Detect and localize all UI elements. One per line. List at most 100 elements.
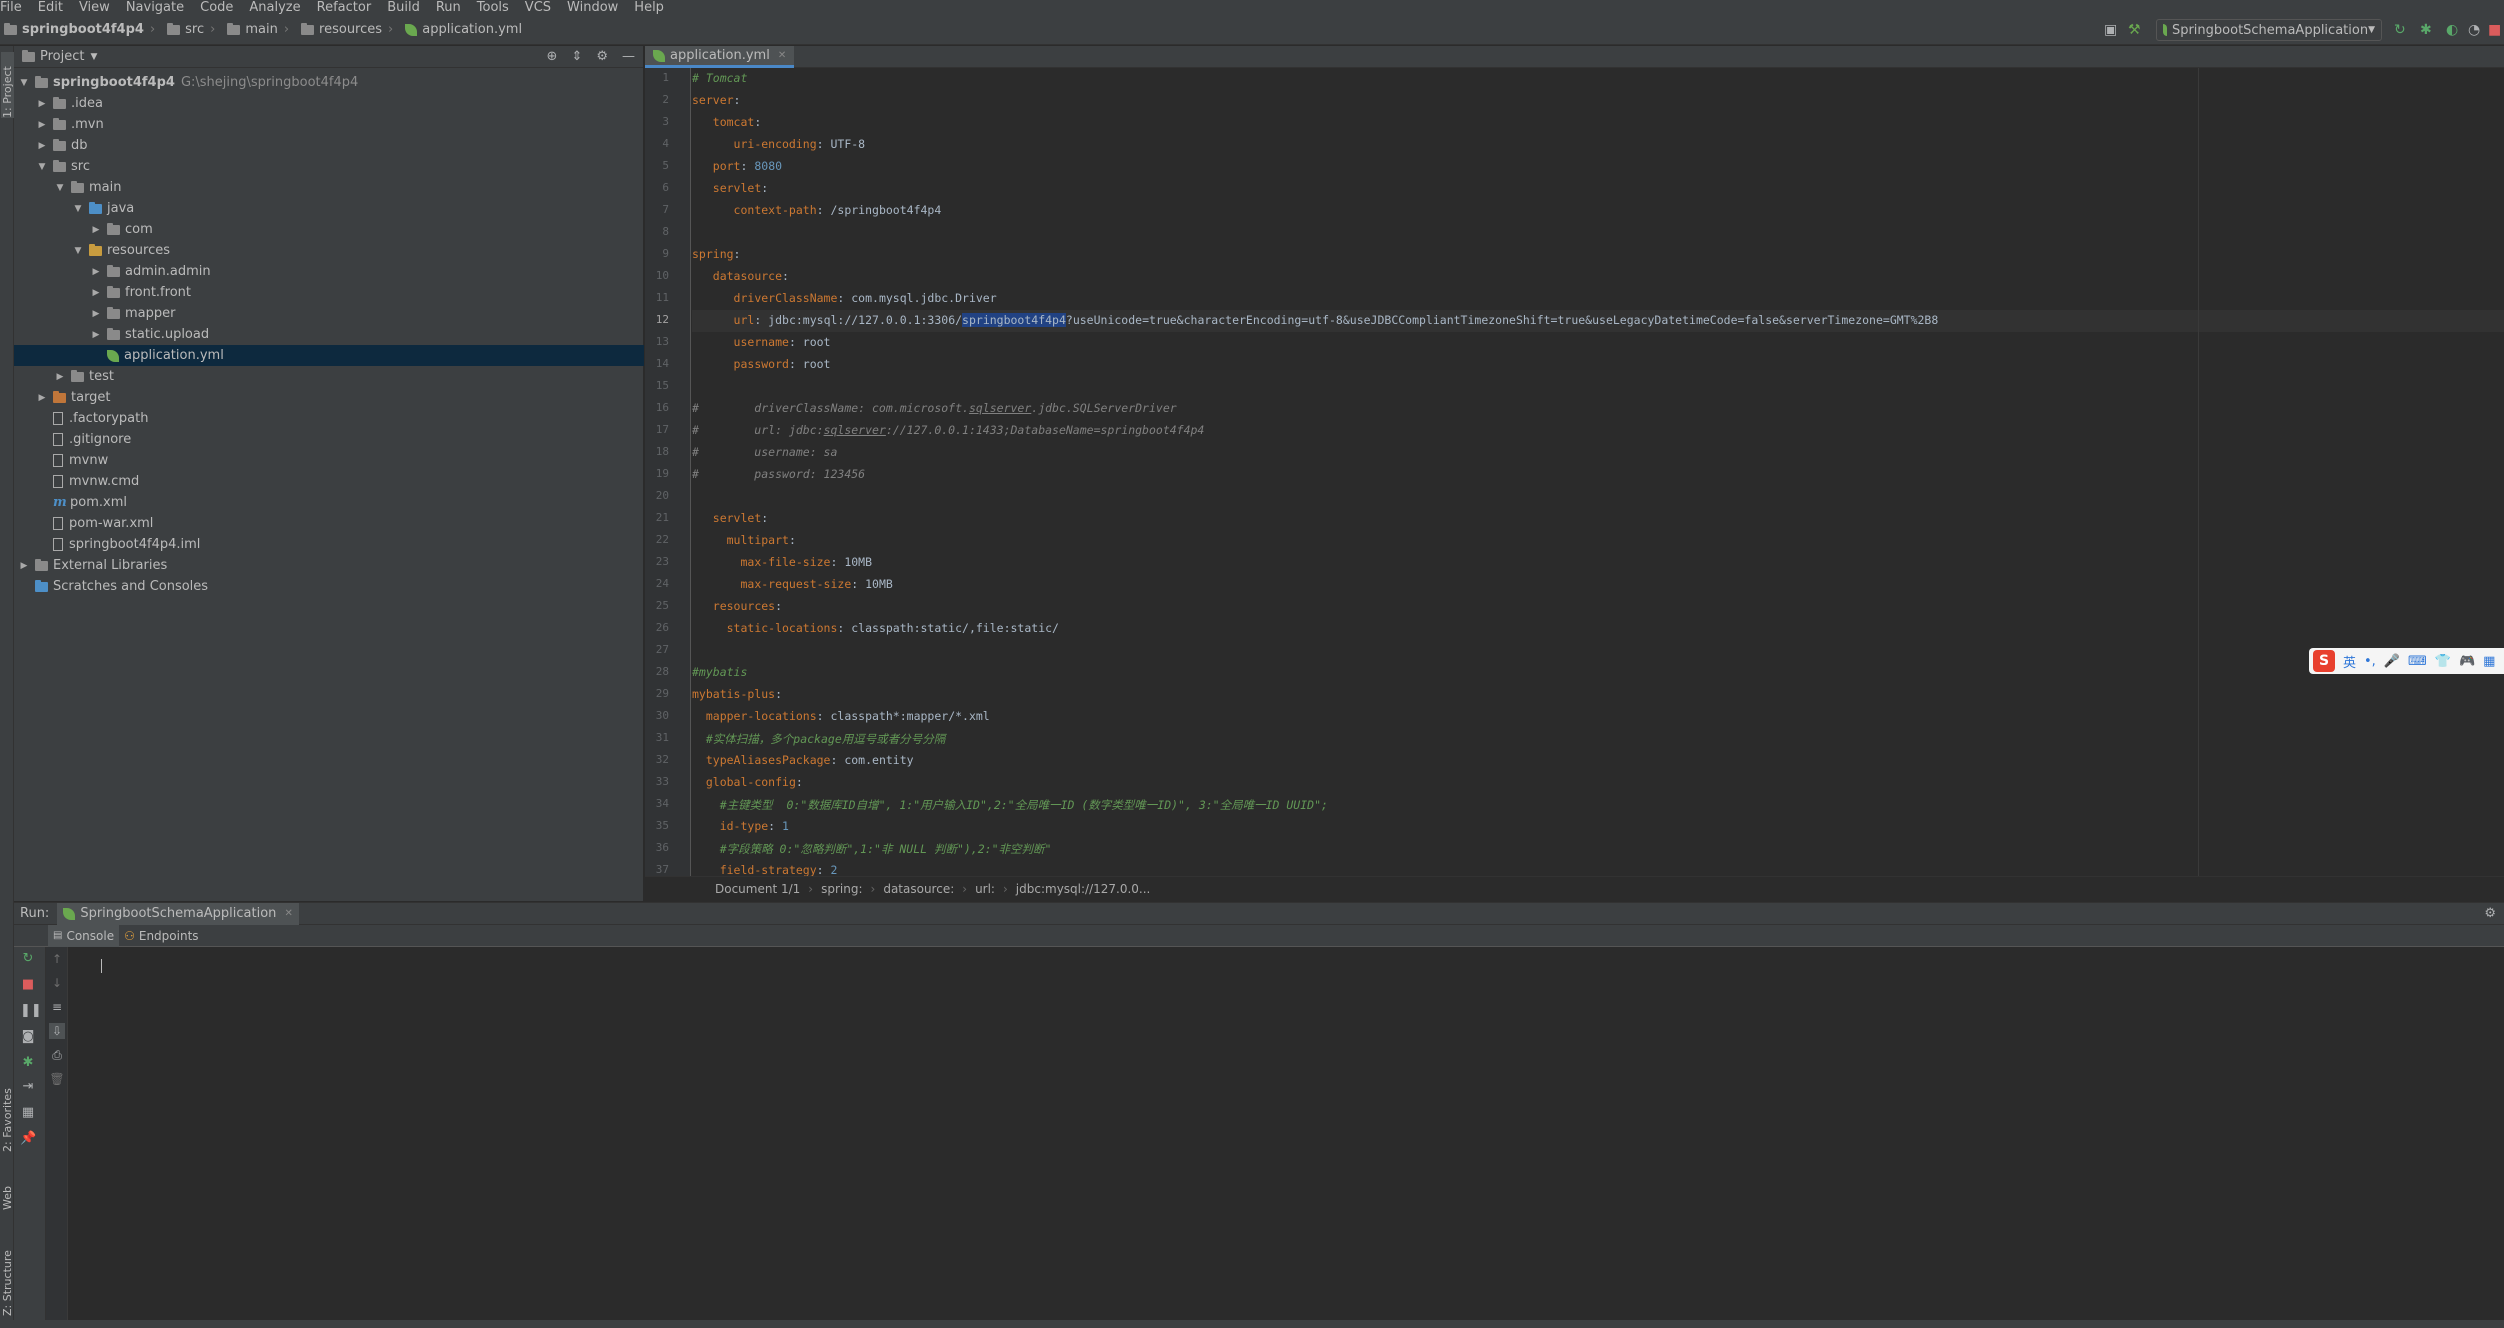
tree-node-static-upload[interactable]: ▶ static.upload bbox=[14, 324, 644, 345]
menu-code[interactable]: Code bbox=[192, 0, 241, 15]
tree-node-mvn[interactable]: ▶ .mvn bbox=[14, 114, 644, 135]
breadcrumb-url[interactable]: url: bbox=[975, 882, 995, 896]
breadcrumb-resources[interactable]: resources › bbox=[301, 22, 399, 37]
exit-icon[interactable]: ⇥ bbox=[20, 1079, 36, 1095]
tree-node-external-libraries[interactable]: ▶ External Libraries bbox=[14, 555, 644, 576]
coverage-icon[interactable]: ◐ bbox=[2446, 23, 2458, 37]
rerun-icon[interactable]: ↻ bbox=[20, 951, 36, 967]
tree-node-pom-xml[interactable]: m pom.xml bbox=[14, 492, 644, 513]
toolbox-icon[interactable]: ▦ bbox=[2483, 654, 2495, 669]
breadcrumb-main[interactable]: main › bbox=[227, 22, 295, 37]
favorites-tool-tab[interactable]: 2: Favorites bbox=[1, 1066, 14, 1152]
chevron-right-icon[interactable]: ▶ bbox=[18, 561, 30, 571]
chevron-right-icon[interactable]: ▶ bbox=[90, 330, 102, 340]
tree-node-gitignore[interactable]: .gitignore bbox=[14, 429, 644, 450]
minimize-icon[interactable]: — bbox=[622, 49, 635, 64]
console-output[interactable] bbox=[69, 947, 2504, 1328]
menu-edit[interactable]: Edit bbox=[30, 0, 71, 15]
menu-navigate[interactable]: Navigate bbox=[118, 0, 192, 15]
chevron-right-icon[interactable]: ▶ bbox=[90, 288, 102, 298]
chevron-right-icon[interactable]: ▶ bbox=[36, 141, 48, 151]
debug-icon[interactable]: ✱ bbox=[20, 1055, 36, 1071]
rerun-icon[interactable]: ↻ bbox=[2394, 23, 2406, 37]
skin-icon[interactable]: 👕 bbox=[2435, 654, 2451, 669]
tree-node-mvnw-cmd[interactable]: mvnw.cmd bbox=[14, 471, 644, 492]
profile-icon[interactable]: ◔ bbox=[2468, 23, 2480, 37]
microphone-icon[interactable]: 🎤 bbox=[2384, 654, 2400, 669]
menu-build[interactable]: Build bbox=[379, 0, 428, 15]
chevron-down-icon[interactable]: ▼ bbox=[72, 246, 84, 256]
menu-vcs[interactable]: VCS bbox=[517, 0, 559, 15]
close-icon[interactable]: ✕ bbox=[778, 50, 786, 61]
chevron-down-icon[interactable]: ▼ bbox=[36, 162, 48, 172]
run-configuration-select[interactable]: SpringbootSchemaApplication ▼ bbox=[2156, 19, 2382, 41]
tree-node-main[interactable]: ▼ main bbox=[14, 177, 644, 198]
print-icon[interactable]: ⎙ bbox=[49, 1047, 65, 1063]
locate-icon[interactable]: ⊕ bbox=[547, 49, 558, 64]
tree-node-java[interactable]: ▼ java bbox=[14, 198, 644, 219]
tree-node-mvnw[interactable]: mvnw bbox=[14, 450, 644, 471]
chevron-right-icon[interactable]: ▶ bbox=[36, 393, 48, 403]
tab-console[interactable]: ▤ Console bbox=[48, 924, 120, 947]
language-toggle[interactable]: 英 bbox=[2343, 652, 2356, 671]
menu-tools[interactable]: Tools bbox=[469, 0, 517, 15]
menu-refactor[interactable]: Refactor bbox=[309, 0, 380, 15]
tree-node-factorypath[interactable]: .factorypath bbox=[14, 408, 644, 429]
gear-icon[interactable]: ⚙ bbox=[2484, 906, 2496, 921]
breadcrumb-document[interactable]: Document 1/1 bbox=[715, 882, 800, 896]
structure-tool-tab[interactable]: Z: Structure bbox=[1, 1226, 14, 1316]
chevron-right-icon[interactable]: ▶ bbox=[54, 372, 66, 382]
soft-wrap-icon[interactable]: ≡ bbox=[49, 999, 65, 1015]
tree-node-scratches-and-consoles[interactable]: Scratches and Consoles bbox=[14, 576, 644, 597]
game-icon[interactable]: 🎮 bbox=[2459, 654, 2475, 669]
layout-icon[interactable]: ▦ bbox=[20, 1105, 36, 1121]
tab-endpoints[interactable]: ⚇ Endpoints bbox=[119, 925, 203, 947]
keyboard-icon[interactable]: ⌨ bbox=[2408, 654, 2427, 669]
tree-node-springboot4f4p4[interactable]: ▼ springboot4f4p4 G:\shejing\springboot4f4… bbox=[14, 72, 644, 93]
tree-node-mapper[interactable]: ▶ mapper bbox=[14, 303, 644, 324]
code-area[interactable]: # Tomcat server: tomcat: uri-encoding: UT… bbox=[692, 68, 2504, 876]
tree-node-src[interactable]: ▼ src bbox=[14, 156, 644, 177]
menu-file[interactable]: File bbox=[0, 0, 30, 15]
stop-icon[interactable]: ■ bbox=[20, 977, 36, 993]
debug-icon[interactable]: ✱ bbox=[2420, 23, 2432, 37]
chevron-right-icon[interactable]: ▶ bbox=[36, 99, 48, 109]
breadcrumb-spring[interactable]: spring: bbox=[821, 882, 862, 896]
trash-icon[interactable]: 🗑 bbox=[49, 1071, 65, 1087]
pin-icon[interactable]: 📌 bbox=[20, 1131, 36, 1147]
chevron-down-icon[interactable]: ▼ bbox=[72, 204, 84, 214]
layout-icon[interactable]: ▣ bbox=[2104, 23, 2117, 37]
tree-node-springboot4f4p4-iml[interactable]: springboot4f4p4.iml bbox=[14, 534, 644, 555]
tree-node-idea[interactable]: ▶ .idea bbox=[14, 93, 644, 114]
menu-run[interactable]: Run bbox=[428, 0, 469, 15]
chevron-down-icon[interactable]: ▼ bbox=[18, 78, 30, 88]
menu-help[interactable]: Help bbox=[626, 0, 672, 15]
chevron-down-icon[interactable]: ▼ bbox=[54, 183, 66, 193]
tree-node-test[interactable]: ▶ test bbox=[14, 366, 644, 387]
stop-icon[interactable]: ■ bbox=[2488, 23, 2501, 37]
web-tool-tab[interactable]: Web bbox=[1, 1170, 14, 1210]
tree-node-application-yml[interactable]: application.yml bbox=[14, 345, 644, 366]
menu-analyze[interactable]: Analyze bbox=[241, 0, 308, 15]
menu-window[interactable]: Window bbox=[559, 0, 626, 15]
arrow-down-icon[interactable]: ↓ bbox=[49, 975, 65, 991]
camera-icon[interactable]: ◙ bbox=[20, 1029, 36, 1045]
chevron-right-icon[interactable]: ▶ bbox=[90, 267, 102, 277]
tree-node-front-front[interactable]: ▶ front.front bbox=[14, 282, 644, 303]
menu-view[interactable]: View bbox=[71, 0, 118, 15]
chevron-right-icon[interactable]: ▶ bbox=[90, 309, 102, 319]
close-icon[interactable]: ✕ bbox=[284, 908, 292, 919]
chevron-right-icon[interactable]: ▶ bbox=[36, 120, 48, 130]
tree-node-db[interactable]: ▶ db bbox=[14, 135, 644, 156]
breadcrumb-datasource[interactable]: datasource: bbox=[883, 882, 954, 896]
breadcrumb-src[interactable]: src › bbox=[167, 22, 221, 37]
tree-node-target[interactable]: ▶ target bbox=[14, 387, 644, 408]
tree-node-com[interactable]: ▶ com bbox=[14, 219, 644, 240]
tree-node-resources[interactable]: ▼ resources bbox=[14, 240, 644, 261]
ime-toolbar[interactable]: S 英 •, 🎤 ⌨ 👕 🎮 ▦ bbox=[2309, 648, 2504, 674]
run-tab[interactable]: SpringbootSchemaApplication ✕ bbox=[57, 902, 299, 925]
build-hammer-icon[interactable]: ⚒ bbox=[2128, 23, 2141, 37]
chevron-right-icon[interactable]: ▶ bbox=[90, 225, 102, 235]
project-view-select[interactable]: Project bbox=[40, 49, 84, 64]
pause-icon[interactable]: ❚❚ bbox=[20, 1003, 42, 1019]
